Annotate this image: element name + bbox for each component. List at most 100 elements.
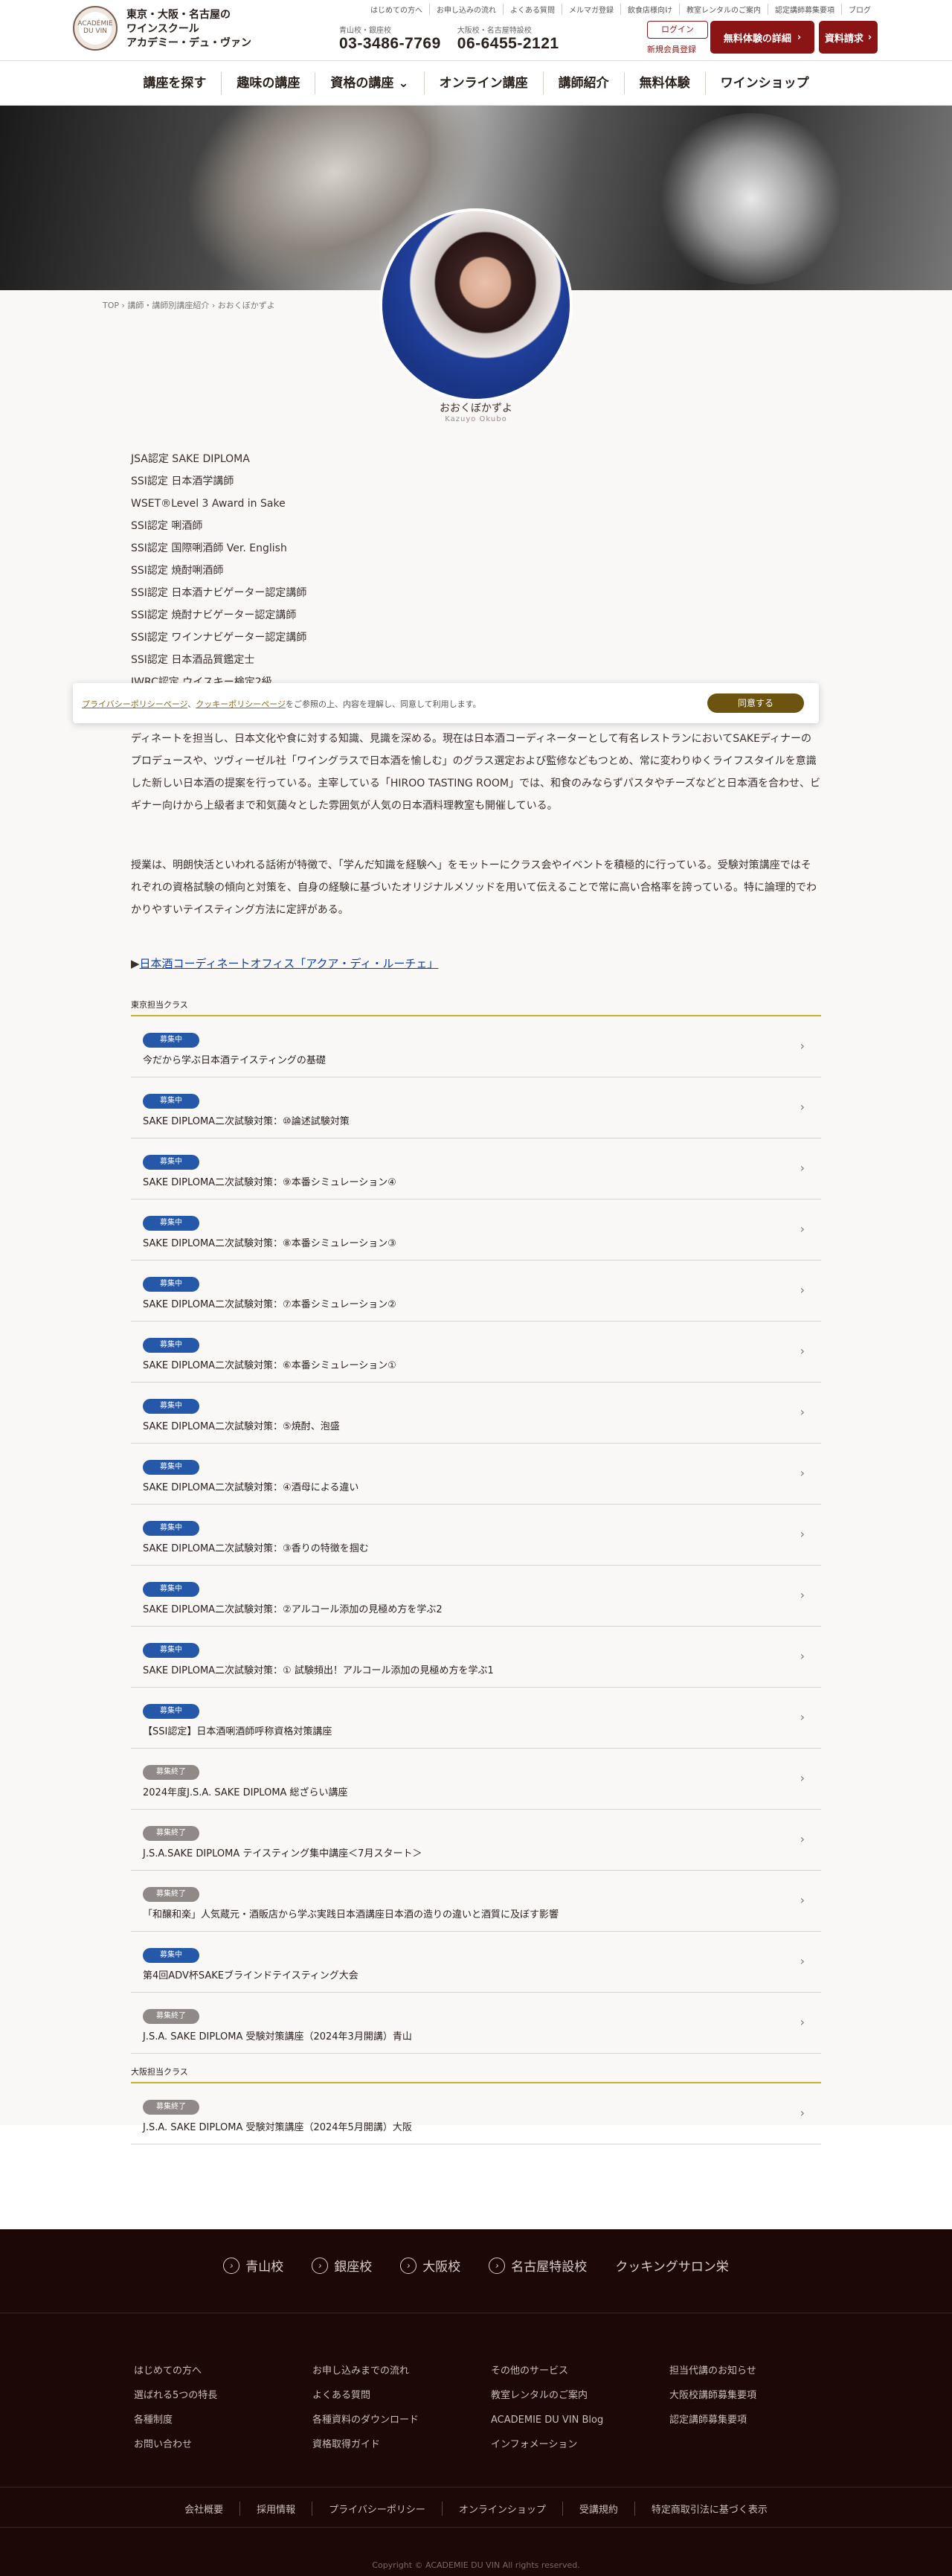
- class-list-item[interactable]: 募集中 SAKE DIPLOMA二次試験対策：③香りの特徴を掴む ›: [131, 1505, 821, 1566]
- utility-link[interactable]: はじめての方へ: [364, 4, 429, 15]
- status-badge: 募集中: [143, 1643, 199, 1658]
- class-list-item[interactable]: 募集中 SAKE DIPLOMA二次試験対策：④酒母による違い ›: [131, 1444, 821, 1505]
- login-button[interactable]: ログイン: [647, 21, 708, 39]
- new-member-link[interactable]: 新規会員登録: [647, 43, 696, 55]
- cookie-policy-link[interactable]: クッキーポリシーページ: [196, 699, 286, 709]
- school-link-label: 銀座校: [334, 2260, 373, 2275]
- utility-link[interactable]: ブログ: [841, 4, 878, 15]
- school-link[interactable]: › 銀座校: [312, 2256, 372, 2275]
- footer-link[interactable]: 担当代講のお知らせ: [669, 2359, 848, 2383]
- class-list-item[interactable]: 募集終了 「和醸和楽」人気蔵元・酒販店から学ぶ実践日本酒講座日本酒の造りの違いと酒…: [131, 1871, 821, 1932]
- class-list-item[interactable]: 募集中 SAKE DIPLOMA二次試験対策：⑨本番シミュレーション④ ›: [131, 1138, 821, 1199]
- class-list-item[interactable]: 募集中 SAKE DIPLOMA二次試験対策：⑧本番シミュレーション③ ›: [131, 1199, 821, 1260]
- footer-bottom-link[interactable]: 採用情報: [239, 2502, 312, 2516]
- class-list-item[interactable]: 募集中 SAKE DIPLOMA二次試験対策：⑤焼酎、泡盛 ›: [131, 1382, 821, 1444]
- phone-tokyo[interactable]: 青山校・銀座校 03-3486-7769: [339, 24, 441, 53]
- school-link-label: 名古屋特設校: [511, 2260, 588, 2275]
- breadcrumb[interactable]: TOP › 講師・講師別講座紹介 › おおくぼかずよ: [103, 299, 275, 311]
- footer-link[interactable]: はじめての方へ: [134, 2359, 312, 2383]
- footer-bottom-link[interactable]: プライバシーポリシー: [312, 2502, 442, 2516]
- phone-numbers: 青山校・銀座校 03-3486-7769 大阪校・名古屋特設校 06-6455-21…: [339, 24, 559, 53]
- class-list-item[interactable]: 募集中 SAKE DIPLOMA二次試験対策：②アルコール添加の見極め方を学ぶ2 ›: [131, 1566, 821, 1627]
- phone-osaka[interactable]: 大阪校・名古屋特設校 06-6455-2121: [457, 24, 559, 53]
- utility-link[interactable]: よくある質問: [503, 4, 562, 15]
- cookie-agree-button[interactable]: 同意する: [707, 693, 804, 713]
- class-list-item[interactable]: 募集終了 J.S.A. SAKE DIPLOMA 受験対策講座（2024年3月開講…: [131, 1993, 821, 2054]
- school-name-line: ワインスクール: [126, 23, 199, 35]
- request-docs-button[interactable]: 資料請求 ›: [819, 21, 878, 54]
- school-link[interactable]: › 名古屋特設校: [489, 2256, 587, 2275]
- utility-link[interactable]: 教室レンタルのご案内: [679, 4, 768, 15]
- class-title: SAKE DIPLOMA二次試験対策：⑥本番シミュレーション①: [143, 1360, 396, 1371]
- footer-link[interactable]: 大阪校講師募集要項: [669, 2383, 848, 2408]
- privacy-policy-link[interactable]: プライバシーポリシーページ: [82, 699, 187, 709]
- nav-item[interactable]: 趣味の講座: [221, 71, 315, 94]
- class-title: 「和醸和楽」人気蔵元・酒販店から学ぶ実践日本酒講座日本酒の造りの違いと酒質に及ぼ…: [143, 1909, 559, 1920]
- nav-item[interactable]: 無料体験: [623, 71, 705, 94]
- school-link[interactable]: › 青山校: [223, 2256, 283, 2275]
- footer-link[interactable]: 資格取得ガイド: [312, 2432, 491, 2457]
- arrow-icon: ▶: [131, 957, 140, 970]
- class-list-item[interactable]: 募集中 SAKE DIPLOMA二次試験対策：⑥本番シミュレーション① ›: [131, 1321, 821, 1382]
- nav-item[interactable]: ワインショップ: [704, 71, 824, 94]
- site-logo[interactable]: ACADÉMIE DU VIN: [73, 6, 118, 51]
- class-list-item[interactable]: 募集中 今だから学ぶ日本酒テイスティングの基礎 ›: [131, 1016, 821, 1077]
- utility-link[interactable]: お申し込みの流れ: [429, 4, 503, 15]
- footer-link[interactable]: 認定講師募集要項: [669, 2408, 848, 2432]
- class-list-item[interactable]: 募集終了 2024年度J.S.A. SAKE DIPLOMA 総ざらい講座 ›: [131, 1749, 821, 1810]
- footer-bottom-link[interactable]: 会社概要: [168, 2502, 239, 2516]
- school-name[interactable]: 東京・大阪・名古屋の ワインスクール アカデミー・デュ・ヴァン: [126, 8, 251, 51]
- request-docs-label: 資料請求: [824, 33, 863, 45]
- nav-item[interactable]: オンライン講座: [423, 71, 543, 94]
- class-list-item[interactable]: 募集中 第4回ADV杯SAKEブラインドテイスティング大会 ›: [131, 1932, 821, 1993]
- status-badge: 募集終了: [143, 1826, 199, 1841]
- footer-link[interactable]: 選ばれる5つの特長: [134, 2383, 312, 2408]
- chevron-right-icon: ›: [800, 1161, 805, 1175]
- footer-link[interactable]: お問い合わせ: [134, 2432, 312, 2457]
- footer-link[interactable]: 各種資料のダウンロード: [312, 2408, 491, 2432]
- chevron-right-icon: ›: [800, 1954, 805, 1968]
- office-link[interactable]: 日本酒コーディネートオフィス「アクア・ディ・ルーチェ」: [140, 957, 439, 970]
- instructor-name-roman: Kazuyo Okubo: [445, 415, 507, 423]
- nav-item[interactable]: 講座を探す: [128, 72, 221, 94]
- salon-link[interactable]: クッキングサロン栄: [615, 2256, 729, 2275]
- school-link[interactable]: › 大阪校: [400, 2256, 460, 2275]
- class-list-item[interactable]: 募集中 SAKE DIPLOMA二次試験対策：⑦本番シミュレーション② ›: [131, 1260, 821, 1321]
- nav-item-dropdown[interactable]: 資格の講座 ⌄: [315, 71, 423, 94]
- section-heading-osaka: 大阪担当クラス: [131, 2066, 821, 2083]
- class-list-item[interactable]: 募集終了 J.S.A.SAKE DIPLOMA テイスティング集中講座＜7月スター…: [131, 1810, 821, 1871]
- cookie-text: プライバシーポリシーページ、クッキーポリシーページをご参照の上、内容を理解し、同…: [82, 698, 481, 710]
- footer-link[interactable]: お申し込みまでの流れ: [312, 2359, 491, 2383]
- utility-link[interactable]: 飲食店様向け: [620, 4, 679, 15]
- status-badge: 募集中: [143, 1155, 199, 1170]
- nav-item[interactable]: 講師紹介: [542, 71, 624, 94]
- footer-divider: [0, 2527, 952, 2528]
- footer-link[interactable]: 教室レンタルのご案内: [491, 2383, 669, 2408]
- chevron-right-icon: ›: [797, 31, 802, 43]
- cookie-message: をご参照の上、内容を理解し、同意して利用します。: [286, 699, 481, 709]
- chevron-right-icon: ›: [312, 2257, 329, 2274]
- status-badge: 募集中: [143, 1948, 199, 1963]
- chevron-right-icon: ›: [800, 1283, 805, 1297]
- chevron-right-icon: ›: [800, 1771, 805, 1785]
- main-content: TOP › 講師・講師別講座紹介 › おおくぼかずよ おおくぼかずよ Kazuy…: [0, 208, 952, 2144]
- class-list-item[interactable]: 募集中 SAKE DIPLOMA二次試験対策：⑩論述試験対策 ›: [131, 1077, 821, 1138]
- footer-bottom-link[interactable]: 特定商取引法に基づく表示: [634, 2502, 784, 2516]
- class-list-item[interactable]: 募集中 【SSI認定】日本酒唎酒師呼称資格対策講座 ›: [131, 1688, 821, 1749]
- phone-number: 03-3486-7769: [339, 35, 441, 52]
- utility-link[interactable]: メルマガ登録: [562, 4, 620, 15]
- class-list-item[interactable]: 募集中 SAKE DIPLOMA二次試験対策：① 試験頻出！アルコール添加の見極め…: [131, 1627, 821, 1688]
- utility-link[interactable]: 認定講師募集要項: [768, 4, 841, 15]
- site-header: ACADÉMIE DU VIN 東京・大阪・名古屋の ワインスクール アカデミー…: [0, 0, 952, 61]
- footer-bottom-link[interactable]: 受講規約: [562, 2502, 634, 2516]
- class-list-item[interactable]: 募集終了 J.S.A. SAKE DIPLOMA 受験対策講座（2024年5月開講…: [131, 2083, 821, 2144]
- status-badge: 募集中: [143, 1094, 199, 1109]
- footer-link[interactable]: ACADEMIE DU VIN Blog: [491, 2408, 669, 2432]
- footer-bottom-link[interactable]: オンラインショップ: [441, 2502, 562, 2516]
- footer-link[interactable]: 各種制度: [134, 2408, 312, 2432]
- footer-link[interactable]: インフォメーション: [491, 2432, 669, 2457]
- footer-link[interactable]: よくある質問: [312, 2383, 491, 2408]
- class-title: J.S.A. SAKE DIPLOMA 受験対策講座（2024年5月開講）大阪: [143, 2122, 412, 2133]
- free-trial-button[interactable]: 無料体験の詳細 ›: [710, 21, 814, 54]
- footer-link[interactable]: その他のサービス: [491, 2359, 669, 2383]
